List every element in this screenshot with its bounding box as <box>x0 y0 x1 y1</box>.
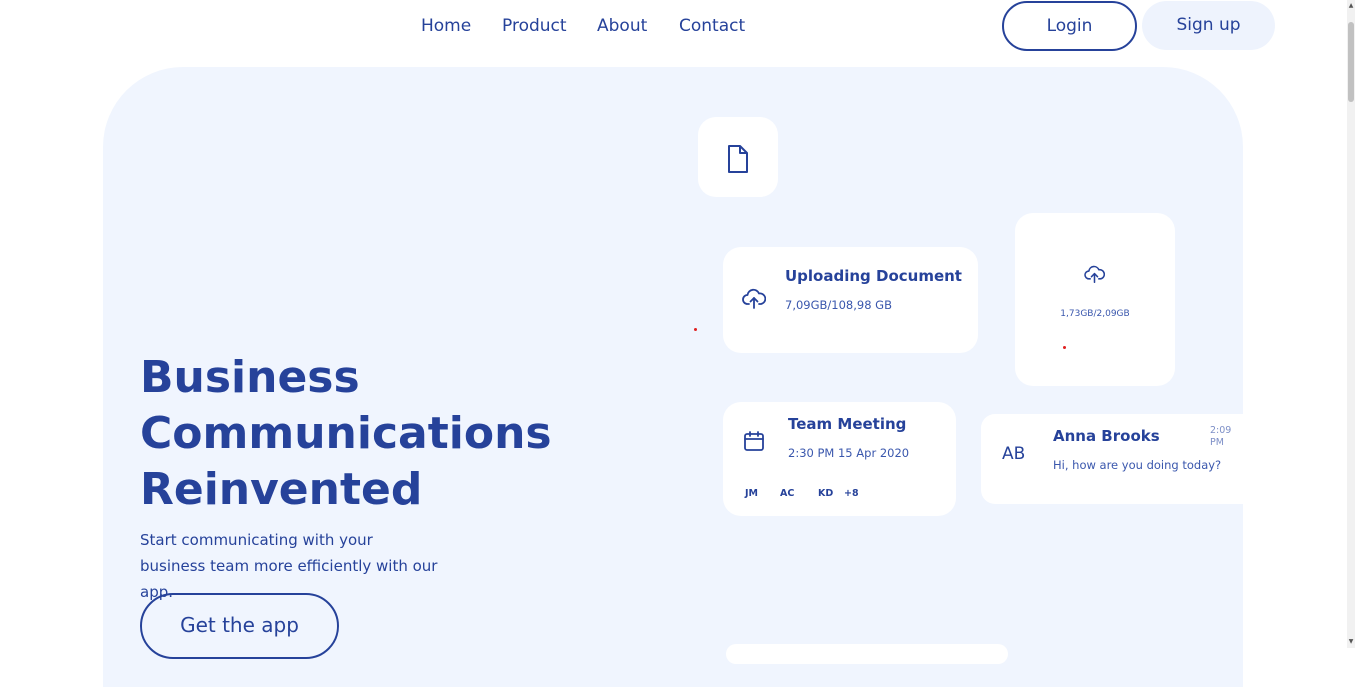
document-card <box>698 117 778 197</box>
small-upload-progress: 1,73GB/2,09GB <box>1060 309 1130 319</box>
document-icon <box>728 145 748 173</box>
decorative-dot <box>1063 346 1066 349</box>
cloud-upload-icon <box>1084 265 1105 284</box>
partial-card <box>726 644 1008 664</box>
meeting-title: Team Meeting <box>788 415 907 433</box>
avatar: AB <box>1002 444 1026 464</box>
message-text: Hi, how are you doing today? <box>1053 458 1222 472</box>
attendee-avatar: AC <box>780 488 795 499</box>
message-sender: Anna Brooks <box>1053 427 1160 445</box>
nav-link-home[interactable]: Home <box>421 14 471 38</box>
page-scrollbar[interactable]: ▲ ▼ <box>1347 0 1355 648</box>
upload-document-card: Uploading Document 7,09GB/108,98 GB <box>723 247 978 353</box>
meeting-datetime: 2:30 PM 15 Apr 2020 <box>788 446 910 460</box>
cloud-upload-icon <box>742 288 766 309</box>
upload-progress-card: 1,73GB/2,09GB <box>1015 213 1175 386</box>
nav-link-about[interactable]: About <box>597 14 647 38</box>
attendee-avatar: JM <box>745 488 758 499</box>
hero-title-line: Business <box>140 352 360 403</box>
signup-button[interactable]: Sign up <box>1142 1 1275 50</box>
team-meeting-card: Team Meeting 2:30 PM 15 Apr 2020 JM AC K… <box>723 402 956 516</box>
nav-link-contact[interactable]: Contact <box>679 14 745 38</box>
attendee-count: +8 <box>844 488 859 499</box>
hero-title-line: Communications <box>140 408 552 459</box>
hero-title: Business Communications Reinvented <box>140 350 560 518</box>
attendee-avatar: KD <box>818 488 834 499</box>
decorative-dot <box>694 328 697 331</box>
hero-title-line: Reinvented <box>140 464 423 515</box>
login-button[interactable]: Login <box>1002 1 1137 51</box>
scroll-up-icon[interactable]: ▲ <box>1347 2 1355 10</box>
get-the-app-button[interactable]: Get the app <box>140 593 339 659</box>
message-card: AB Anna Brooks 2:09 PM Hi, how are you d… <box>981 414 1243 504</box>
scroll-down-icon[interactable]: ▼ <box>1347 638 1355 646</box>
scrollbar-thumb[interactable] <box>1348 22 1354 102</box>
upload-title: Uploading Document <box>785 267 962 285</box>
nav-link-product[interactable]: Product <box>502 14 567 38</box>
message-time: 2:09 PM <box>1210 425 1232 448</box>
upload-progress: 7,09GB/108,98 GB <box>785 298 892 312</box>
calendar-icon <box>744 431 764 451</box>
